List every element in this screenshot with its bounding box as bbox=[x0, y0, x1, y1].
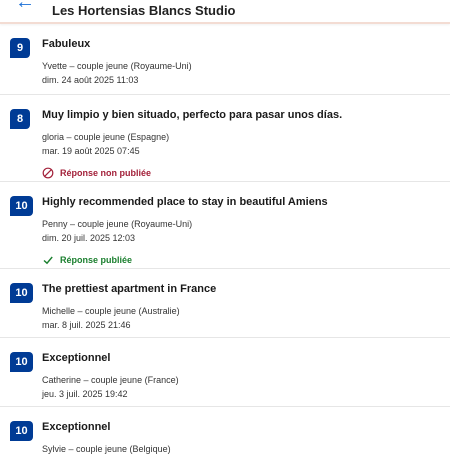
review-date: dim. 24 août 2025 11:03 bbox=[42, 75, 139, 85]
review-title: Exceptionnel bbox=[42, 421, 111, 433]
review-author: Catherine – couple jeune (France) bbox=[42, 375, 179, 385]
review-item[interactable]: 10 The prettiest apartment in France Mic… bbox=[0, 269, 450, 338]
response-status-label: Réponse non publiée bbox=[60, 168, 152, 178]
review-title: Fabuleux bbox=[42, 38, 91, 50]
review-item[interactable]: 10 Exceptionnel Sylvie – couple jeune (B… bbox=[0, 407, 450, 467]
score-badge: 10 bbox=[10, 352, 33, 372]
score-badge: 8 bbox=[10, 109, 30, 129]
review-author: Penny – couple jeune (Royaume-Uni) bbox=[42, 219, 193, 229]
review-title: Exceptionnel bbox=[42, 352, 111, 364]
review-title: The prettiest apartment in France bbox=[42, 283, 217, 295]
review-author: Yvette – couple jeune (Royaume-Uni) bbox=[42, 61, 192, 71]
review-date: mar. 19 août 2025 07:45 bbox=[42, 146, 140, 156]
review-date: mar. 8 juil. 2025 21:46 bbox=[42, 320, 131, 330]
response-status-label: Réponse publiée bbox=[60, 255, 133, 265]
review-date: dim. 20 juil. 2025 12:03 bbox=[42, 233, 136, 243]
review-title: Muy limpio y bien situado, perfecto para… bbox=[42, 109, 343, 121]
review-item[interactable]: 9 Fabuleux Yvette – couple jeune (Royaum… bbox=[0, 24, 450, 95]
review-item[interactable]: 10 Highly recommended place to stay in b… bbox=[0, 182, 450, 269]
top-bar: ← Les Hortensias Blancs Studio bbox=[0, 0, 450, 24]
score-badge: 10 bbox=[10, 283, 33, 303]
prohibited-icon bbox=[42, 167, 54, 179]
review-date: jeu. 3 juil. 2025 19:42 bbox=[42, 389, 128, 399]
back-button[interactable]: ← bbox=[14, 0, 36, 13]
response-status: Réponse non publiée bbox=[42, 167, 440, 179]
checkmark-icon bbox=[43, 256, 53, 265]
review-author: Michelle – couple jeune (Australie) bbox=[42, 306, 180, 316]
review-item[interactable]: 10 Exceptionnel Catherine – couple jeune… bbox=[0, 338, 450, 407]
score-badge: 9 bbox=[10, 38, 30, 58]
review-item[interactable]: 8 Muy limpio y bien situado, perfecto pa… bbox=[0, 95, 450, 182]
response-status: Réponse publiée bbox=[42, 254, 440, 266]
page-title: Les Hortensias Blancs Studio bbox=[52, 3, 236, 18]
review-author: Sylvie – couple jeune (Belgique) bbox=[42, 444, 171, 454]
arrow-left-icon: ← bbox=[15, 0, 35, 13]
review-author: gloria – couple jeune (Espagne) bbox=[42, 132, 170, 142]
review-title: Highly recommended place to stay in beau… bbox=[42, 196, 328, 208]
score-badge: 10 bbox=[10, 196, 33, 216]
review-list: 9 Fabuleux Yvette – couple jeune (Royaum… bbox=[0, 24, 450, 467]
score-badge: 10 bbox=[10, 421, 33, 441]
